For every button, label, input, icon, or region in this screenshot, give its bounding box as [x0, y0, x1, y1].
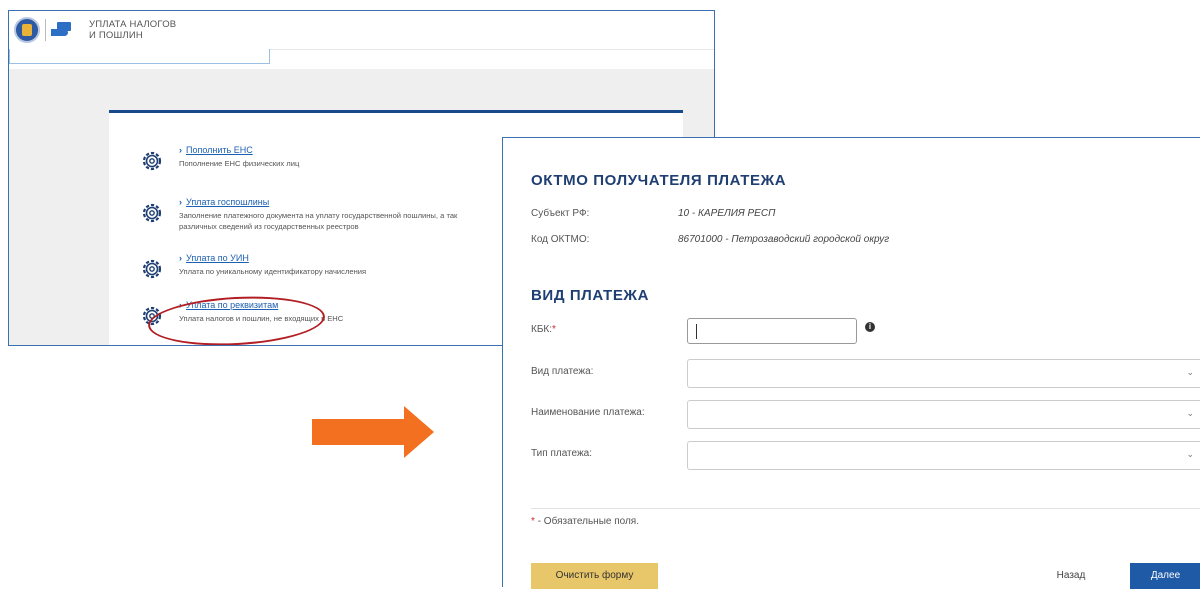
- payment-hand-icon: [51, 22, 73, 37]
- service-desc-duty-line1: Заполнение платежного документа на уплат…: [179, 211, 458, 220]
- gear-icon: [142, 151, 162, 171]
- subject-value: 10 - КАРЕЛИЯ РЕСП: [678, 208, 776, 219]
- service-desc-ens: Пополнение ЕНС физических лиц: [179, 159, 300, 168]
- subject-label: Субъект РФ:: [531, 208, 590, 219]
- divider: [531, 508, 1200, 509]
- required-fields-note: * - Обязательные поля.: [531, 516, 639, 527]
- service-desc-duty-line2: различных сведений из государственных ре…: [179, 222, 359, 231]
- payment-form-screenshot: ОКТМО ПОЛУЧАТЕЛЯ ПЛАТЕЖА Субъект РФ: 10 …: [502, 137, 1200, 589]
- payment-type-label: Вид платежа:: [531, 366, 594, 377]
- payment-name-label: Наименование платежа:: [531, 407, 645, 418]
- back-button[interactable]: Назад: [1041, 563, 1101, 589]
- payment-name-select[interactable]: ⌄: [687, 400, 1200, 429]
- gear-icon: [142, 203, 162, 223]
- service-link-duty[interactable]: Уплата госпошлины: [179, 197, 269, 207]
- payment-kind-select[interactable]: ⌄: [687, 441, 1200, 470]
- oktmo-value: 86701000 - Петрозаводский городской окру…: [678, 234, 890, 245]
- gear-icon: [142, 259, 162, 279]
- site-header: УПЛАТА НАЛОГОВ И ПОШЛИН: [9, 11, 714, 50]
- info-icon[interactable]: i: [865, 322, 875, 332]
- kbk-label: КБК:*: [531, 324, 556, 335]
- chevron-down-icon: ⌄: [1186, 367, 1194, 377]
- fns-emblem-icon: [14, 17, 40, 43]
- required-note-text: - Обязательные поля.: [537, 516, 640, 527]
- service-link-ens[interactable]: Пополнить ЕНС: [179, 145, 253, 155]
- header-panel: [9, 49, 270, 64]
- required-note-asterisk: *: [531, 516, 535, 527]
- brand-line-1: УПЛАТА НАЛОГОВ: [89, 19, 177, 30]
- brand-line-2: И ПОШЛИН: [89, 30, 143, 41]
- kbk-label-text: КБК:: [531, 324, 552, 335]
- next-button[interactable]: Далее: [1130, 563, 1200, 589]
- payment-type-heading: ВИД ПЛАТЕЖА: [531, 287, 650, 304]
- chevron-down-icon: ⌄: [1186, 408, 1194, 418]
- service-desc-uin: Уплата по уникальному идентификатору нач…: [179, 267, 367, 276]
- oktmo-label: Код ОКТМО:: [531, 234, 590, 245]
- required-asterisk: *: [552, 324, 556, 335]
- service-desc-duty: Заполнение платежного документа на уплат…: [179, 210, 457, 232]
- service-link-uin[interactable]: Уплата по УИН: [179, 253, 249, 263]
- orange-arrow-icon: [312, 406, 434, 458]
- site-brand[interactable]: УПЛАТА НАЛОГОВ И ПОШЛИН: [89, 19, 176, 41]
- oktmo-heading: ОКТМО ПОЛУЧАТЕЛЯ ПЛАТЕЖА: [531, 172, 787, 189]
- chevron-down-icon: ⌄: [1186, 449, 1194, 459]
- header-divider: [45, 19, 46, 41]
- payment-kind-label: Тип платежа:: [531, 448, 592, 459]
- payment-type-select[interactable]: ⌄: [687, 359, 1200, 388]
- kbk-input[interactable]: [687, 318, 857, 344]
- clear-form-button[interactable]: Очистить форму: [531, 563, 658, 589]
